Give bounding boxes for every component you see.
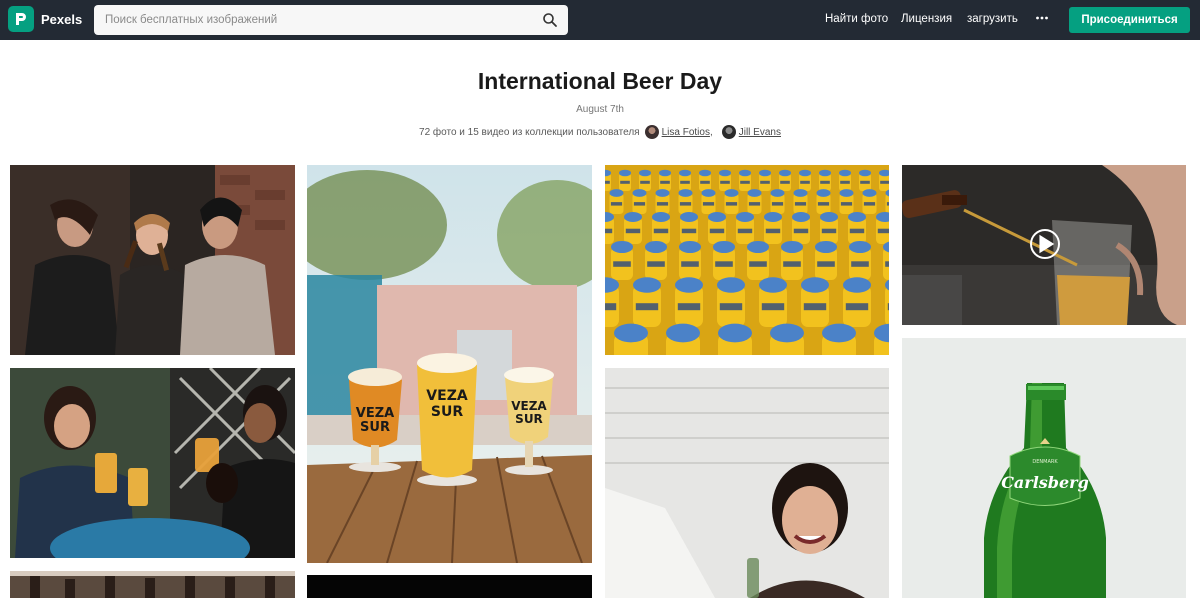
more-dots-icon[interactable] bbox=[1035, 11, 1049, 25]
author-link-jill-evans[interactable]: Jill Evans bbox=[739, 127, 781, 138]
collection-subtitle: August 7th bbox=[576, 104, 624, 115]
photo-veza-sur-beer-glasses[interactable]: VEZA SUR VEZA SUR VEZA SUR bbox=[307, 165, 592, 563]
brand-name[interactable]: Pexels bbox=[41, 12, 82, 27]
collection-counts: 72 фото и 15 видео из коллекции пользова… bbox=[419, 126, 640, 138]
photo-woman-laughing-bottle[interactable] bbox=[605, 368, 889, 598]
photo-women-laughing-beers[interactable] bbox=[10, 368, 295, 558]
photo-friends-toasting-street[interactable] bbox=[10, 165, 295, 355]
photo-pouring-beer-video[interactable] bbox=[902, 165, 1186, 325]
play-video-icon[interactable] bbox=[1030, 229, 1060, 259]
svg-text:VEZA: VEZA bbox=[426, 388, 468, 404]
nav-link-find-photos[interactable]: Найти фото bbox=[825, 13, 888, 25]
nav-link-license[interactable]: Лицензия bbox=[901, 13, 952, 25]
photo-corona-bottles[interactable] bbox=[605, 165, 889, 355]
top-navbar: Pexels Найти фото Лицензия загрузить При… bbox=[0, 0, 1200, 40]
avatar[interactable] bbox=[644, 125, 659, 139]
join-button[interactable]: Присоединиться bbox=[1069, 7, 1190, 33]
collection-meta: 72 фото и 15 видео из коллекции пользова… bbox=[0, 125, 1200, 139]
svg-text:SUR: SUR bbox=[431, 404, 463, 420]
search-input[interactable] bbox=[94, 6, 524, 34]
photo-bar-taps[interactable] bbox=[10, 571, 295, 598]
nav-link-upload[interactable]: загрузить bbox=[967, 13, 1018, 25]
svg-text:DENMARK: DENMARK bbox=[1032, 459, 1058, 465]
svg-text:SUR: SUR bbox=[360, 420, 390, 435]
svg-text:Carlsberg: Carlsberg bbox=[1001, 473, 1089, 492]
collection-title: International Beer Day bbox=[477, 68, 723, 94]
pexels-logo-icon[interactable] bbox=[8, 6, 34, 32]
svg-text:SUR: SUR bbox=[515, 412, 543, 426]
svg-text:VEZA: VEZA bbox=[511, 399, 547, 413]
avatar[interactable] bbox=[721, 125, 736, 139]
author-link-lisa-fotios[interactable]: Lisa Fotios bbox=[662, 127, 710, 138]
search-icon[interactable] bbox=[542, 12, 558, 28]
author-separator: , bbox=[709, 126, 713, 138]
svg-text:VEZA: VEZA bbox=[356, 406, 394, 421]
photo-carlsberg-bottle[interactable]: Carlsberg DENMARK bbox=[902, 338, 1186, 598]
photo-dark-video[interactable] bbox=[307, 575, 592, 598]
search-bar bbox=[94, 5, 568, 35]
